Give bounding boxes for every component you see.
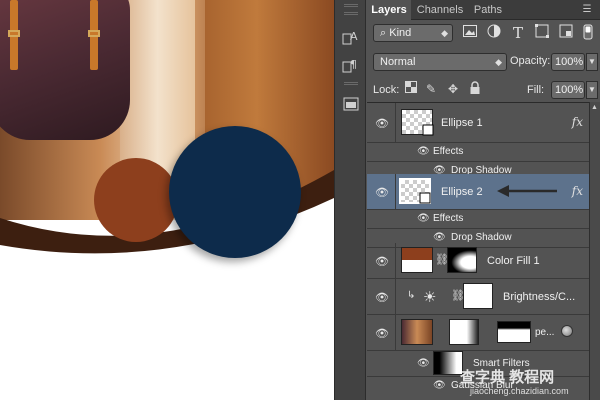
row-divider xyxy=(395,243,396,278)
row-divider xyxy=(395,174,396,209)
smart-object-badge-icon xyxy=(561,325,573,337)
layer-row[interactable]: 👁 pe... xyxy=(367,315,589,351)
row-divider xyxy=(395,279,396,314)
effects-label: Effects xyxy=(433,146,464,157)
smart-object-thumbnail xyxy=(401,319,433,345)
opacity-dropdown-button[interactable]: ▼ xyxy=(586,53,598,71)
filter-mask-thumbnail[interactable] xyxy=(433,351,463,375)
layer-name[interactable]: Ellipse 2 xyxy=(441,186,483,198)
clipping-arrow-icon: ↳ xyxy=(407,290,416,301)
layer-name[interactable]: Brightness/C... xyxy=(503,291,575,303)
layer-row-selected[interactable]: 👁 Ellipse 2 fx xyxy=(367,174,589,210)
paragraph-panel-icon[interactable]: ¶ xyxy=(341,56,361,76)
fx-icon[interactable]: fx xyxy=(572,115,583,129)
layer-thumbnail xyxy=(401,109,434,136)
image-filter-icon[interactable] xyxy=(461,24,479,42)
layer-thumbnail xyxy=(399,178,431,204)
effects-row[interactable]: 👁 Effects xyxy=(367,143,589,162)
lock-image-icon[interactable]: ✎ xyxy=(423,81,439,97)
row-divider xyxy=(395,103,396,142)
panel-dock-strip: A ¶ xyxy=(334,0,366,400)
panel-tabs: Layers Channels Paths ☰ xyxy=(367,0,600,20)
layer-mask-thumbnail[interactable] xyxy=(463,283,493,309)
visibility-eye-icon[interactable]: 👁 xyxy=(373,291,391,305)
visibility-eye-icon[interactable]: 👁 xyxy=(373,117,391,131)
effects-eye-icon[interactable]: 👁 xyxy=(417,213,430,224)
watermark-text: 查字典 教程网 xyxy=(460,369,555,386)
dock-grip[interactable] xyxy=(344,4,358,7)
fill-label: Fill: xyxy=(527,84,545,96)
filter-kind-select[interactable]: ⌕ Kind ◆ xyxy=(373,24,453,42)
vector-mask-thumbnail[interactable] xyxy=(497,321,531,343)
document-canvas[interactable] xyxy=(0,0,334,400)
layer-mask-thumbnail[interactable] xyxy=(449,319,479,345)
layer-row[interactable]: 👁 ⛓ Color Fill 1 xyxy=(367,243,589,279)
lock-position-icon[interactable]: ✥ xyxy=(445,81,461,97)
layer-name[interactable]: Ellipse 1 xyxy=(441,117,483,129)
lock-all-icon[interactable] xyxy=(467,81,483,97)
adjustment-filter-icon[interactable] xyxy=(485,24,503,42)
fill-dropdown-button[interactable]: ▼ xyxy=(586,81,598,99)
effects-row[interactable]: 👁 Effects xyxy=(367,210,589,229)
tab-layers[interactable]: Layers xyxy=(367,0,411,20)
tab-paths[interactable]: Paths xyxy=(469,0,507,20)
arrow-annotation-icon xyxy=(497,185,557,197)
svg-text:A: A xyxy=(350,30,358,43)
dock-grip[interactable] xyxy=(344,82,358,85)
chevron-updown-icon: ◆ xyxy=(441,28,448,38)
svg-text:¶: ¶ xyxy=(350,58,357,71)
fx-icon[interactable]: fx xyxy=(572,184,583,198)
layer-list: 👁 Ellipse 1 fx 👁 Effects 👁 Drop Shadow 👁… xyxy=(367,102,600,400)
blend-mode-select[interactable]: Normal ◆ xyxy=(373,53,507,71)
ellipse-1[interactable] xyxy=(94,158,178,242)
color-fill-thumbnail xyxy=(401,247,433,273)
layer-name[interactable]: pe... xyxy=(535,327,554,338)
layer-row[interactable]: 👁 Ellipse 1 fx xyxy=(367,103,589,143)
filter-toggle-icon[interactable] xyxy=(579,24,597,42)
layers-scrollbar[interactable] xyxy=(589,102,600,400)
chevron-updown-icon: ◆ xyxy=(495,57,502,67)
layers-panel: Layers Channels Paths ☰ ⌕ Kind ◆ T Norma… xyxy=(367,0,600,400)
character-panel-icon[interactable]: A xyxy=(341,28,361,48)
visibility-eye-icon[interactable]: 👁 xyxy=(373,255,391,269)
filter-eye-icon[interactable]: 👁 xyxy=(433,380,446,391)
dock-grip[interactable] xyxy=(344,12,358,15)
panel-menu-icon[interactable]: ☰ xyxy=(580,4,594,16)
filter-kind-value: Kind xyxy=(389,27,412,39)
effects-label: Effects xyxy=(433,213,464,224)
brightness-contrast-icon: ☀ xyxy=(423,289,437,306)
watermark-url: jiaocheng.chazidian.com xyxy=(470,386,569,396)
visibility-eye-icon[interactable]: 👁 xyxy=(373,186,391,200)
shape-filter-icon[interactable] xyxy=(533,24,551,42)
visibility-eye-icon[interactable]: 👁 xyxy=(373,327,391,341)
fill-input[interactable]: 100% xyxy=(551,81,585,99)
tab-channels[interactable]: Channels xyxy=(413,0,467,20)
type-filter-icon[interactable]: T xyxy=(509,24,527,42)
layer-row[interactable]: 👁 ↳ ☀ ⛓ Brightness/C... xyxy=(367,279,589,315)
blend-mode-value: Normal xyxy=(380,56,416,68)
search-icon: ⌕ xyxy=(380,27,387,39)
effects-eye-icon[interactable]: 👁 xyxy=(417,146,430,157)
effect-label: Drop Shadow xyxy=(451,232,512,243)
smart-object-filter-icon[interactable] xyxy=(557,24,575,42)
ellipse-2[interactable] xyxy=(169,126,301,258)
layer-comps-icon[interactable] xyxy=(341,94,361,114)
row-divider xyxy=(395,315,396,350)
smart-filters-eye-icon[interactable]: 👁 xyxy=(417,358,430,369)
lock-transparent-icon[interactable] xyxy=(403,81,419,97)
scroll-up-icon[interactable]: ▲ xyxy=(589,102,600,113)
opacity-label: Opacity: xyxy=(510,55,551,67)
opacity-input[interactable]: 100% xyxy=(551,53,585,71)
effect-eye-icon[interactable]: 👁 xyxy=(433,232,446,243)
layer-mask-thumbnail[interactable] xyxy=(447,247,477,273)
layer-name[interactable]: Color Fill 1 xyxy=(487,255,540,267)
lock-label: Lock: xyxy=(373,84,400,96)
